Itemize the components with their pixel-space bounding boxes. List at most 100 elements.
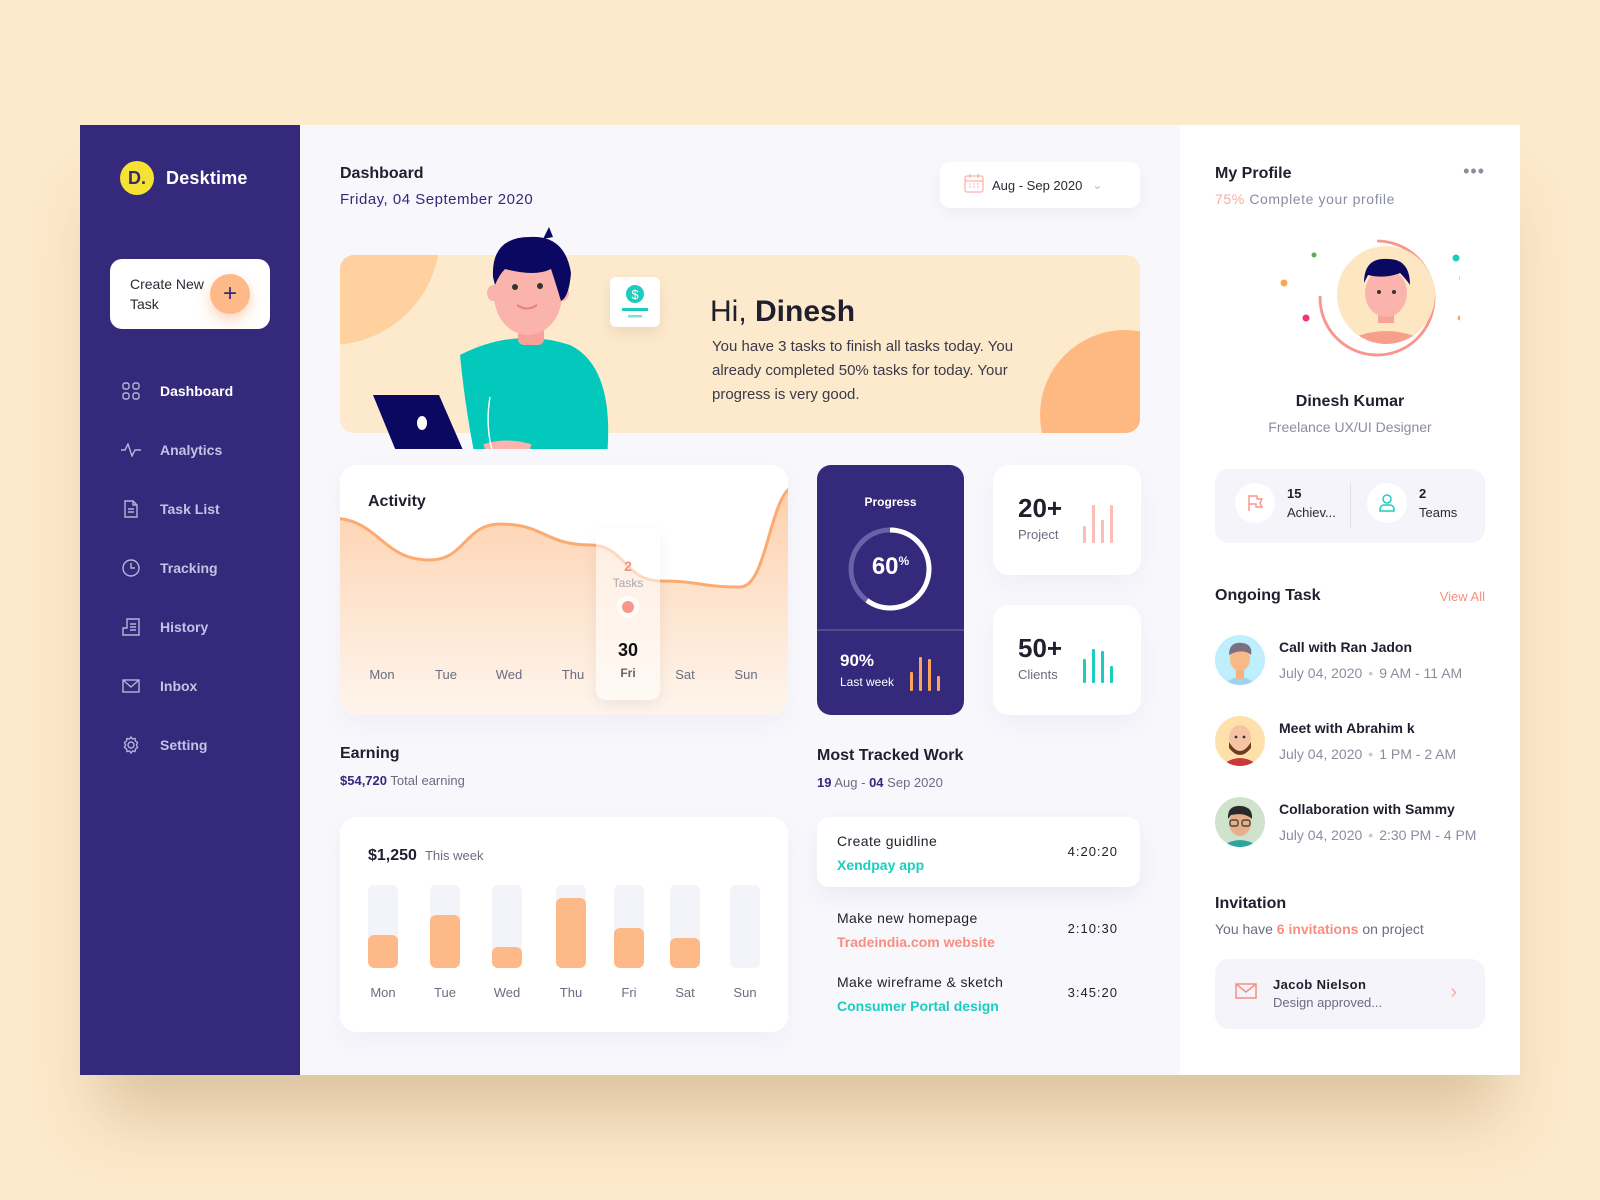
activity-x-label: Wed <box>495 667 523 682</box>
task-title: Call with Ran Jadon <box>1279 639 1413 655</box>
chevron-down-icon: ⌄ <box>1092 178 1103 192</box>
earning-bar-track <box>730 885 760 968</box>
activity-tooltip: 2 Tasks 30 Fri <box>596 528 660 700</box>
earning-bar-sat[interactable] <box>670 938 700 968</box>
mini-bar <box>928 659 931 691</box>
earning-x-label: Sun <box>733 985 757 1000</box>
sidebar-item-label: Inbox <box>160 677 198 694</box>
progress-percent: 60% <box>871 553 910 580</box>
invitation-card[interactable]: Jacob Nielson Design approved... › <box>1215 959 1485 1029</box>
activity-x-label: Sun <box>734 667 758 682</box>
sidebar-item-task-list[interactable]: Task List <box>120 479 233 538</box>
tracked-title: Most Tracked Work <box>817 747 964 764</box>
profile-avatar[interactable] <box>1240 235 1460 375</box>
mini-bar <box>1101 651 1104 683</box>
sidebar-item-label: Tracking <box>160 559 218 576</box>
mini-bar <box>1083 659 1086 683</box>
earning-bar-mon[interactable] <box>368 934 398 968</box>
ongoing-task-item[interactable]: Meet with Abrahim k July 04, 2020 • 1 PM - … <box>1215 716 1456 766</box>
sidebar-item-label: Analytics <box>160 441 223 458</box>
sidebar-nav: Dashboard Analytics Task List Tracking H… <box>120 361 233 774</box>
earning-total: $54,720 Total earning <box>340 773 465 788</box>
earning-bar-fri[interactable] <box>614 928 644 968</box>
ongoing-task-item[interactable]: Collaboration with Sammy July 04, 2020 • 2:… <box>1215 797 1476 847</box>
task-title: Collaboration with Sammy <box>1279 801 1455 817</box>
last-week-mini-chart <box>910 657 940 691</box>
profile-role: Freelance UX/UI Designer <box>1268 419 1432 435</box>
invitation-summary: You have 6 invitations on project <box>1215 921 1424 937</box>
invitation-message: Design approved... <box>1273 995 1383 1010</box>
date-range-value: Aug - Sep 2020 <box>992 177 1083 193</box>
sidebar-item-inbox[interactable]: Inbox <box>120 656 233 715</box>
earning-x-label: Thu <box>559 985 583 1000</box>
svg-text:$: $ <box>631 287 639 302</box>
ongoing-task-item[interactable]: Call with Ran Jadon July 04, 2020 • 9 AM - … <box>1215 635 1462 685</box>
task-title: Meet with Abrahim k <box>1279 720 1415 736</box>
earning-bar-thu[interactable] <box>556 898 586 968</box>
sidebar-item-history[interactable]: History <box>120 597 233 656</box>
tracked-time: 3:45:20 <box>1067 985 1118 1000</box>
sidebar-item-tracking[interactable]: Tracking <box>120 538 233 597</box>
profile-stats: 15 Achiev... 2 Teams <box>1215 469 1485 543</box>
greeting-message: You have 3 tasks to finish all tasks tod… <box>712 338 1014 403</box>
projects-label: Project <box>1018 527 1059 542</box>
earning-x-label: Tue <box>434 985 456 1000</box>
week-earning-label: This week <box>424 848 484 863</box>
sidebar: D. Desktime Create New Task + Dashboard … <box>80 125 300 1075</box>
sidebar-item-setting[interactable]: Setting <box>120 715 233 774</box>
mini-bar <box>937 676 940 691</box>
earning-bar-tue[interactable] <box>430 914 460 968</box>
invitation-count[interactable]: 6 invitations <box>1277 921 1359 937</box>
invitation-title: Invitation <box>1215 895 1287 912</box>
task-meta: July 04, 2020 • 1 PM - 2 AM <box>1279 746 1457 762</box>
activity-x-label: Sat <box>675 667 695 682</box>
chevron-right-icon[interactable]: › <box>1450 981 1457 1004</box>
tooltip-task-label: Tasks <box>612 576 644 590</box>
projects-stat-card: 20+ Project <box>993 465 1141 575</box>
tracked-project-link[interactable]: Tradeindia.com website <box>837 934 995 950</box>
earning-x-label: Fri <box>621 985 637 1000</box>
achievements-stat[interactable]: 15 Achiev... <box>1235 483 1336 523</box>
activity-x-label: Thu <box>561 667 585 682</box>
sidebar-item-analytics[interactable]: Analytics <box>120 420 233 479</box>
sidebar-item-dashboard[interactable]: Dashboard <box>120 361 233 420</box>
tracked-project-link[interactable]: Consumer Portal design <box>837 998 999 1014</box>
earning-x-label: Sat <box>675 985 695 1000</box>
week-earning-value: $1,250 <box>368 847 417 864</box>
earning-bar-wed[interactable] <box>492 947 522 968</box>
avatar <box>1215 797 1265 847</box>
pulse-icon <box>120 439 142 461</box>
grid-icon <box>120 380 142 402</box>
view-all-link[interactable]: View All <box>1440 589 1485 604</box>
teams-stat[interactable]: 2 Teams <box>1367 483 1457 523</box>
mail-icon <box>1235 983 1257 999</box>
tracked-item[interactable]: Make new homepage Tradeindia.com website… <box>817 894 1140 964</box>
page-title: Dashboard <box>340 165 424 182</box>
earning-bar-track <box>670 885 700 968</box>
earning-week: $1,250 This week <box>368 847 483 865</box>
document-icon <box>120 498 142 520</box>
profile-completion: 75% Complete your profile <box>1215 191 1395 207</box>
tracked-item[interactable]: Create guidline Xendpay app 4:20:20 <box>817 817 1140 887</box>
earning-bar-track <box>368 885 398 968</box>
profile-panel: My Profile ••• 75% Complete your profile… <box>1180 125 1520 1075</box>
tracked-project-link[interactable]: Xendpay app <box>837 857 924 873</box>
earning-bar-track <box>430 885 460 968</box>
ongoing-task-title: Ongoing Task <box>1215 587 1321 604</box>
tooltip-task-count: 2 <box>624 558 632 574</box>
create-new-task-button[interactable]: Create New Task + <box>110 259 270 329</box>
more-dots-icon[interactable]: ••• <box>1463 161 1485 182</box>
greeting-heading: Hi, Dinesh <box>710 295 856 328</box>
mini-bar <box>1092 649 1095 683</box>
task-meta: July 04, 2020 • 2:30 PM - 4 PM <box>1279 827 1477 843</box>
gear-icon <box>120 734 142 756</box>
mini-bar <box>1092 505 1095 543</box>
mini-bar <box>1101 520 1104 543</box>
date-range-dropdown[interactable]: Aug - Sep 2020 ⌄ <box>940 162 1140 208</box>
logo[interactable]: D. Desktime <box>120 161 248 195</box>
calendar-icon <box>964 173 984 198</box>
sidebar-item-label: History <box>160 618 209 635</box>
tracked-item[interactable]: Make wireframe & sketch Consumer Portal … <box>817 958 1140 1028</box>
tracked-task-name: Create guidline <box>837 833 938 849</box>
clients-label: Clients <box>1018 667 1058 682</box>
